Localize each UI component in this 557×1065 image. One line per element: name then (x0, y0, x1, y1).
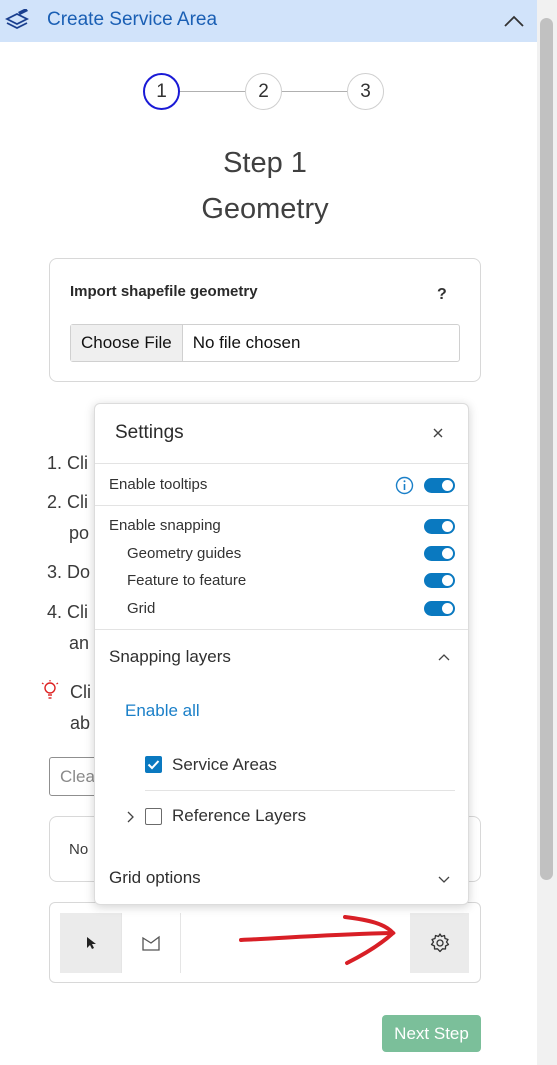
snapping-layers-header[interactable]: Snapping layers (109, 647, 231, 667)
enable-tooltips-label: Enable tooltips (109, 476, 208, 493)
chevron-right-icon[interactable] (125, 810, 135, 824)
service-areas-checkbox[interactable] (145, 756, 162, 773)
choose-file-button[interactable]: Choose File (71, 325, 183, 361)
panel-header[interactable]: Create Service Area (0, 0, 537, 42)
help-button[interactable]: ? (437, 286, 447, 304)
instruction-4: 4. Cli (47, 602, 89, 622)
import-label: Import shapefile geometry (70, 283, 258, 300)
feature-to-feature-toggle[interactable] (424, 573, 455, 588)
divider (95, 629, 468, 630)
polygon-tool-button[interactable] (121, 913, 181, 973)
panel-title: Create Service Area (47, 9, 218, 30)
gear-icon (430, 933, 449, 953)
step-1-indicator[interactable]: 1 (143, 73, 180, 110)
step-name-heading: Geometry (201, 193, 329, 225)
settings-button[interactable] (410, 913, 469, 973)
tip-text-cont: ab (70, 713, 91, 733)
stepper-connector (282, 91, 348, 92)
chevron-up-icon[interactable] (437, 652, 451, 662)
close-icon[interactable] (431, 426, 445, 440)
file-input[interactable]: Choose File No file chosen (70, 324, 460, 362)
import-card (49, 258, 481, 382)
info-icon[interactable] (395, 476, 414, 495)
enable-tooltips-toggle[interactable] (424, 478, 455, 493)
layers-edit-icon (4, 9, 30, 30)
file-status: No file chosen (192, 333, 301, 352)
divider (95, 463, 468, 464)
step-number-heading: Step 1 (223, 147, 307, 179)
clear-label: Clea (60, 767, 95, 786)
geometry-guides-toggle[interactable] (424, 546, 455, 561)
divider (145, 790, 455, 791)
service-areas-label: Service Areas (172, 755, 277, 774)
grid-label: Grid (127, 600, 156, 617)
info-card-text: No (69, 841, 89, 858)
step-3-indicator[interactable]: 3 (347, 73, 384, 110)
instruction-2-cont: po (69, 523, 90, 543)
step-2-indicator[interactable]: 2 (245, 73, 282, 110)
cursor-icon (86, 937, 96, 949)
scrollbar-thumb[interactable] (540, 18, 553, 880)
select-tool-button[interactable] (60, 913, 121, 973)
reference-layers-checkbox[interactable] (145, 808, 162, 825)
polygon-icon (142, 935, 160, 951)
settings-popover: Settings Enable tooltips Enable snapping… (94, 403, 469, 905)
divider (95, 505, 468, 506)
enable-all-link[interactable]: Enable all (125, 701, 200, 721)
next-step-button[interactable]: Next Step (382, 1015, 481, 1052)
chevron-down-icon[interactable] (437, 874, 451, 884)
chevron-up-icon[interactable] (502, 11, 526, 31)
enable-snapping-toggle[interactable] (424, 519, 455, 534)
check-icon (147, 760, 160, 770)
instruction-1: 1. Cli (47, 453, 89, 473)
settings-title: Settings (115, 422, 184, 443)
tip-text: Cli (70, 682, 91, 702)
enable-snapping-label: Enable snapping (109, 517, 221, 534)
grid-toggle[interactable] (424, 601, 455, 616)
instruction-3: 3. Do (47, 562, 91, 582)
geometry-guides-label: Geometry guides (127, 545, 242, 562)
feature-to-feature-label: Feature to feature (127, 572, 247, 589)
instruction-2: 2. Cli (47, 492, 89, 512)
instruction-4-cont: an (69, 633, 90, 653)
grid-options-header[interactable]: Grid options (109, 868, 201, 888)
stepper-connector (179, 91, 246, 92)
reference-layers-label: Reference Layers (172, 806, 307, 825)
lightbulb-icon (41, 680, 59, 699)
